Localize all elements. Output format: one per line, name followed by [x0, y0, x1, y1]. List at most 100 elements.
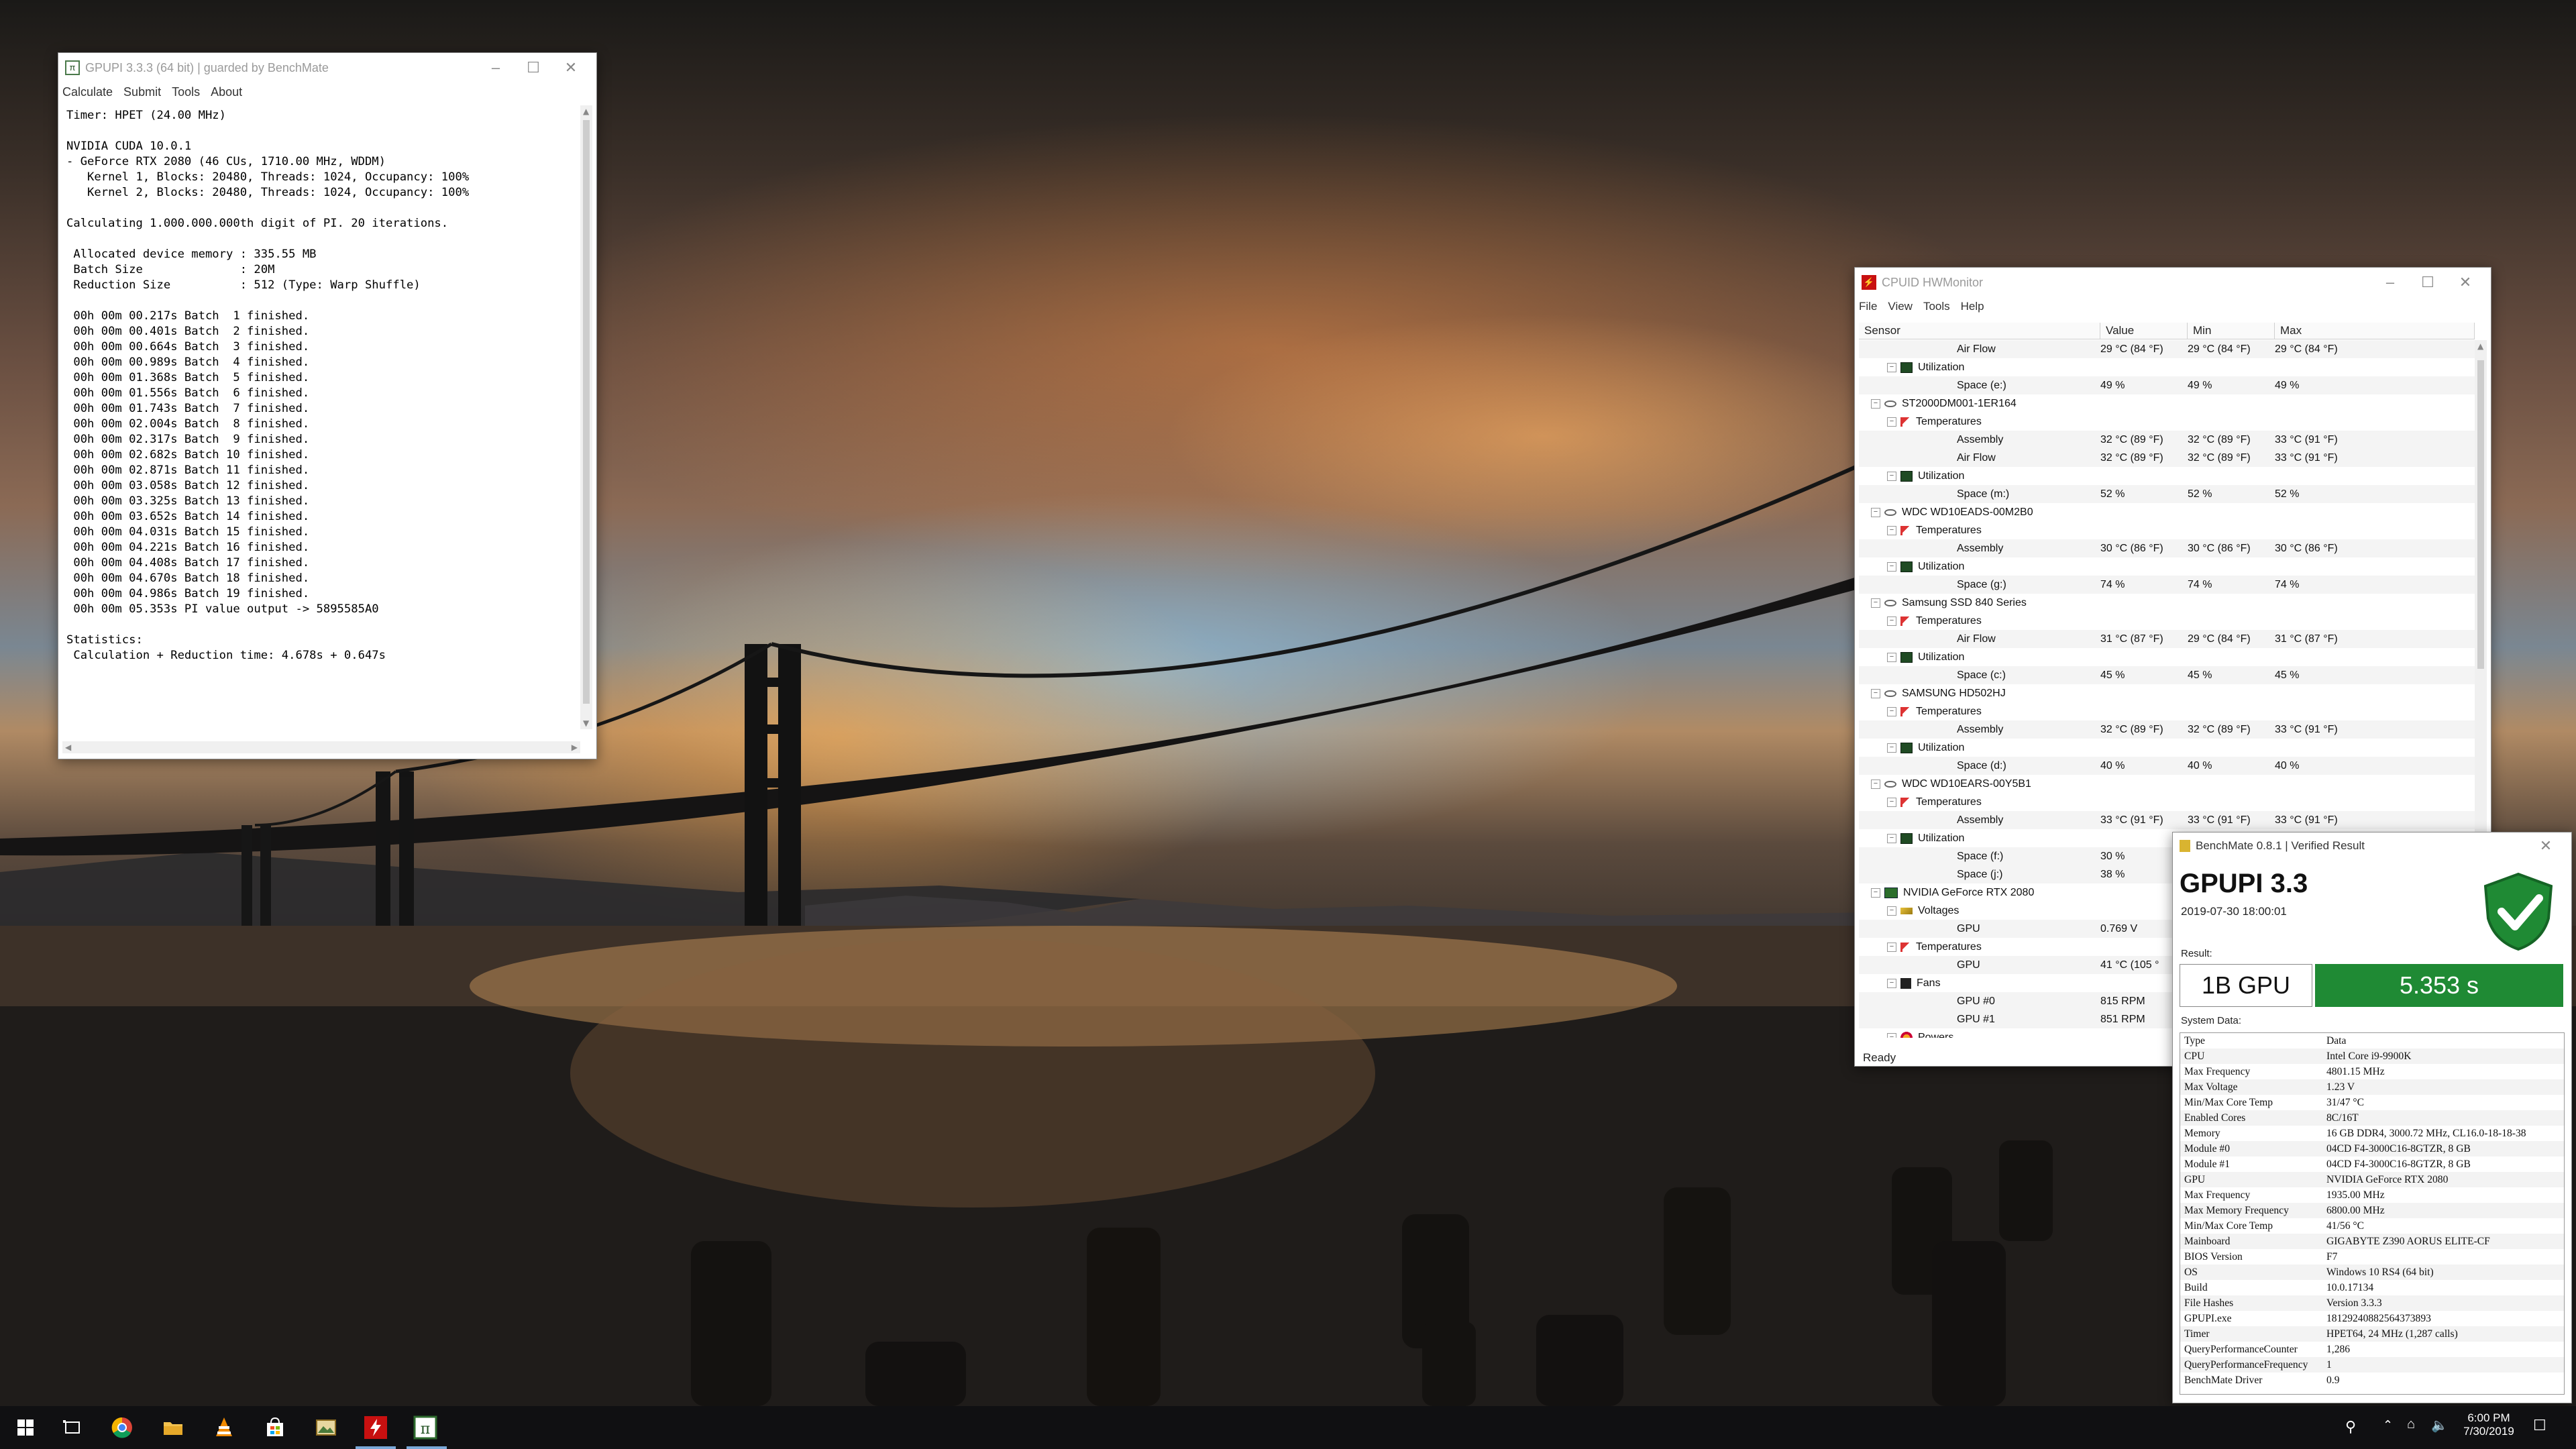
- sensor-row[interactable]: − WDC WD10EARS-00Y5B1: [1859, 775, 2475, 793]
- scrollbar-thumb[interactable]: [2477, 360, 2484, 669]
- sensor-row[interactable]: Space (e:) 49 % 49 % 49 %: [1859, 376, 2475, 394]
- collapse-icon[interactable]: −: [1887, 471, 1896, 481]
- collapse-icon[interactable]: −: [1887, 616, 1896, 626]
- temp-icon: [1900, 525, 1911, 535]
- collapse-icon[interactable]: −: [1887, 561, 1896, 572]
- scroll-left-icon[interactable]: ◀: [65, 743, 71, 752]
- collapse-icon[interactable]: −: [1871, 398, 1880, 409]
- sensor-row[interactable]: Air Flow 29 °C (84 °F) 29 °C (84 °F) 29 °C …: [1859, 340, 2475, 358]
- collapse-icon[interactable]: −: [1887, 417, 1896, 427]
- sensor-row[interactable]: − Samsung SSD 840 Series: [1859, 594, 2475, 612]
- sensor-row[interactable]: − Temperatures: [1859, 702, 2475, 720]
- column-header-sensor[interactable]: Sensor: [1859, 323, 2100, 339]
- network-icon[interactable]: ⌂: [2407, 1417, 2415, 1432]
- sensor-row[interactable]: Assembly 33 °C (91 °F) 33 °C (91 °F) 33 °C …: [1859, 811, 2475, 829]
- person-icon[interactable]: ⚲: [2345, 1418, 2356, 1436]
- collapse-icon[interactable]: −: [1871, 507, 1880, 517]
- sensor-row[interactable]: − Utilization: [1859, 648, 2475, 666]
- collapse-icon[interactable]: −: [1887, 652, 1896, 662]
- sensor-row[interactable]: − Temperatures: [1859, 612, 2475, 630]
- menu-tools[interactable]: Tools: [1923, 300, 1950, 313]
- collapse-icon[interactable]: −: [1887, 706, 1896, 716]
- sensor-row[interactable]: − WDC WD10EADS-00M2B0: [1859, 503, 2475, 521]
- benchmate-titlebar[interactable]: BenchMate 0.8.1 | Verified Result ✕: [2173, 833, 2571, 859]
- minimize-button[interactable]: –: [477, 59, 515, 76]
- column-header-min[interactable]: Min: [2188, 323, 2275, 339]
- vlc-icon[interactable]: [211, 1414, 237, 1441]
- collapse-icon[interactable]: −: [1871, 888, 1880, 898]
- sensor-row[interactable]: Space (d:) 40 % 40 % 40 %: [1859, 757, 2475, 775]
- task-view-icon[interactable]: [59, 1414, 86, 1441]
- collapse-icon[interactable]: −: [1887, 1032, 1896, 1038]
- file-explorer-icon[interactable]: [160, 1414, 186, 1441]
- gallery-icon[interactable]: [313, 1414, 339, 1441]
- notifications-icon[interactable]: ☐: [2533, 1417, 2546, 1434]
- sensor-row[interactable]: Assembly 30 °C (86 °F) 30 °C (86 °F) 30 °C …: [1859, 539, 2475, 557]
- menu-file[interactable]: File: [1859, 300, 1877, 313]
- sensor-row[interactable]: Space (c:) 45 % 45 % 45 %: [1859, 666, 2475, 684]
- sensor-row[interactable]: − Utilization: [1859, 467, 2475, 485]
- collapse-icon[interactable]: −: [1887, 797, 1896, 807]
- sensor-row[interactable]: Assembly 32 °C (89 °F) 32 °C (89 °F) 33 °C …: [1859, 720, 2475, 739]
- start-icon[interactable]: [12, 1414, 39, 1441]
- volume-icon[interactable]: 🔈: [2431, 1417, 2448, 1434]
- collapse-icon[interactable]: −: [1887, 525, 1896, 535]
- collapse-icon[interactable]: −: [1887, 942, 1896, 952]
- collapse-icon[interactable]: −: [1871, 779, 1880, 789]
- sensor-row[interactable]: − Utilization: [1859, 739, 2475, 757]
- scroll-up-icon[interactable]: ▲: [2477, 341, 2483, 351]
- column-header-max[interactable]: Max: [2275, 323, 2475, 339]
- collapse-icon[interactable]: −: [1887, 833, 1896, 843]
- sensor-row[interactable]: Space (m:) 52 % 52 % 52 %: [1859, 485, 2475, 503]
- menu-tools[interactable]: Tools: [172, 85, 200, 99]
- sensor-row[interactable]: − Utilization: [1859, 358, 2475, 376]
- scroll-right-icon[interactable]: ▶: [572, 743, 578, 752]
- column-header-value[interactable]: Value: [2100, 323, 2188, 339]
- maximize-button[interactable]: ☐: [2409, 274, 2447, 291]
- clock[interactable]: 6:00 PM 7/30/2019: [2455, 1411, 2522, 1438]
- store-icon[interactable]: [262, 1414, 288, 1441]
- sensor-label: Space (d:): [1957, 757, 2006, 775]
- sensor-min: 33 °C (91 °F): [2188, 814, 2251, 826]
- scrollbar-thumb[interactable]: [583, 120, 590, 704]
- menu-help[interactable]: Help: [1961, 300, 1984, 313]
- hwmonitor-titlebar[interactable]: ⚡ CPUID HWMonitor – ☐ ✕: [1855, 268, 2491, 297]
- collapse-icon[interactable]: −: [1887, 978, 1896, 988]
- menu-about[interactable]: About: [211, 85, 242, 99]
- hwmonitor-icon[interactable]: [362, 1414, 389, 1441]
- collapse-icon[interactable]: −: [1871, 688, 1880, 698]
- collapse-icon[interactable]: −: [1887, 743, 1896, 753]
- collapse-icon[interactable]: −: [1871, 598, 1880, 608]
- menu-calculate[interactable]: Calculate: [62, 85, 113, 99]
- gpupi-menubar: Calculate Submit Tools About: [58, 83, 596, 101]
- gpupi-vertical-scrollbar[interactable]: ▲ ▼: [580, 105, 592, 729]
- sensor-row[interactable]: Space (g:) 74 % 74 % 74 %: [1859, 576, 2475, 594]
- gpupi-icon[interactable]: π: [412, 1414, 439, 1441]
- maximize-button[interactable]: ☐: [515, 59, 552, 76]
- sensor-row[interactable]: Assembly 32 °C (89 °F) 32 °C (89 °F) 33 °C …: [1859, 431, 2475, 449]
- sensor-row[interactable]: − Temperatures: [1859, 793, 2475, 811]
- gpupi-horizontal-scrollbar[interactable]: ◀ ▶: [62, 741, 580, 753]
- close-button[interactable]: ✕: [2447, 274, 2484, 291]
- menu-submit[interactable]: Submit: [123, 85, 161, 99]
- sensor-row[interactable]: − Utilization: [1859, 557, 2475, 576]
- sensor-row[interactable]: − Temperatures: [1859, 521, 2475, 539]
- chevron-up-icon[interactable]: ⌃: [2383, 1418, 2393, 1432]
- menu-view[interactable]: View: [1888, 300, 1913, 313]
- gpupi-titlebar[interactable]: π GPUPI 3.3.3 (64 bit) | guarded by Benc…: [58, 53, 596, 83]
- collapse-icon[interactable]: −: [1887, 906, 1896, 916]
- collapse-icon[interactable]: −: [1887, 362, 1896, 372]
- close-button[interactable]: ✕: [552, 59, 590, 76]
- system-data-value: 1: [2326, 1359, 2332, 1371]
- chrome-icon[interactable]: [109, 1414, 136, 1441]
- sensor-row[interactable]: − Temperatures: [1859, 413, 2475, 431]
- gpupi-console-output[interactable]: Timer: HPET (24.00 MHz) NVIDIA CUDA 10.0…: [62, 105, 580, 732]
- sensor-row[interactable]: Air Flow 32 °C (89 °F) 32 °C (89 °F) 33 °C …: [1859, 449, 2475, 467]
- scroll-up-icon[interactable]: ▲: [583, 107, 589, 116]
- sensor-row[interactable]: Air Flow 31 °C (87 °F) 29 °C (84 °F) 31 °C …: [1859, 630, 2475, 648]
- minimize-button[interactable]: –: [2371, 274, 2409, 291]
- close-button[interactable]: ✕: [2527, 837, 2565, 855]
- scroll-down-icon[interactable]: ▼: [583, 718, 589, 728]
- sensor-row[interactable]: − ST2000DM001-1ER164: [1859, 394, 2475, 413]
- sensor-row[interactable]: − SAMSUNG HD502HJ: [1859, 684, 2475, 702]
